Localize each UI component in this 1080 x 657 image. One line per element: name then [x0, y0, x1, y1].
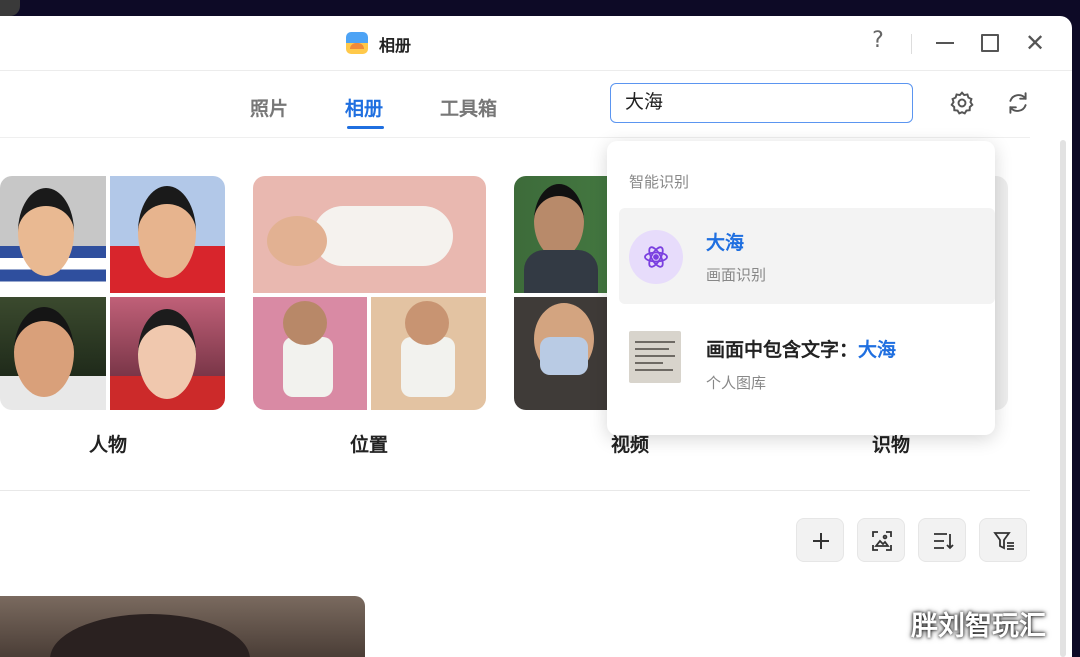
- category-location-thumbnail[interactable]: [253, 176, 486, 410]
- atom-icon-badge: [629, 230, 683, 284]
- person-photo: [0, 297, 106, 410]
- suggestion-section-header: 智能识别: [629, 173, 690, 191]
- category-label-people: 人物: [88, 434, 127, 456]
- category-label-location: 位置: [349, 434, 388, 456]
- sort-button[interactable]: [918, 518, 966, 562]
- suggestion-title: 画面中包含文字：大海: [706, 335, 896, 362]
- photos-app-icon: [346, 32, 368, 54]
- titlebar-divider: [911, 34, 912, 54]
- close-button[interactable]: ✕: [1020, 28, 1050, 58]
- tab-photos[interactable]: 照片: [250, 94, 288, 121]
- person-photo: [0, 176, 106, 293]
- document-thumbnail: [629, 331, 681, 383]
- tab-toolbox[interactable]: 工具箱: [440, 94, 497, 121]
- category-people-thumbnail[interactable]: [0, 176, 225, 410]
- section-divider: [0, 490, 1030, 491]
- help-button[interactable]: ?: [866, 28, 890, 53]
- filter-icon: [993, 532, 1014, 550]
- album-photo-preview[interactable]: [0, 596, 365, 657]
- app-title: 相册: [379, 36, 412, 55]
- suggestion-title-prefix: 画面中包含文字：: [706, 339, 859, 361]
- scan-image-button[interactable]: [857, 518, 905, 562]
- header-divider: [0, 137, 1030, 138]
- refresh-icon: [1009, 92, 1027, 114]
- add-album-button[interactable]: [796, 518, 844, 562]
- filter-button[interactable]: [979, 518, 1027, 562]
- suggestion-subtitle: 画面识别: [706, 266, 767, 284]
- location-photo: [253, 176, 486, 293]
- settings-button[interactable]: [949, 90, 975, 116]
- sort-icon: [934, 533, 954, 550]
- add-icon: [813, 533, 829, 549]
- suggestion-item-scene[interactable]: 大海 画面识别: [619, 208, 995, 304]
- suggestion-subtitle: 个人图库: [706, 374, 767, 392]
- scan-image-icon: [872, 531, 892, 551]
- search-input[interactable]: 大海: [610, 83, 913, 123]
- active-tab-indicator: [347, 126, 384, 129]
- watermark: 胖刘智玩汇: [911, 611, 1046, 642]
- location-photo: [253, 297, 367, 410]
- refresh-button[interactable]: [1005, 90, 1031, 116]
- person-photo: [110, 176, 225, 293]
- scrollbar[interactable]: [1060, 140, 1066, 657]
- minimize-button[interactable]: [930, 28, 960, 58]
- suggestion-title: 大海: [706, 232, 745, 254]
- gear-icon: [950, 91, 974, 115]
- location-photo: [371, 297, 486, 410]
- search-suggestions-dropdown: 智能识别 大海 画面识别 画面中包含文字：大海 个人图库: [607, 141, 995, 435]
- suggestion-title-highlight: 大海: [858, 339, 897, 361]
- desktop-corner: [0, 0, 20, 16]
- photos-app-window: 相册 ? ✕ 照片 相册 工具箱 大海 人物 位置 视频 识物 智能识别 大海 …: [0, 16, 1072, 657]
- suggestion-item-text[interactable]: 画面中包含文字：大海 个人图库: [619, 305, 995, 401]
- tab-albums[interactable]: 相册: [345, 94, 383, 121]
- maximize-button[interactable]: [975, 28, 1005, 58]
- atom-icon: [644, 246, 668, 268]
- title-bar: 相册 ? ✕: [0, 16, 1072, 71]
- person-photo: [110, 297, 225, 410]
